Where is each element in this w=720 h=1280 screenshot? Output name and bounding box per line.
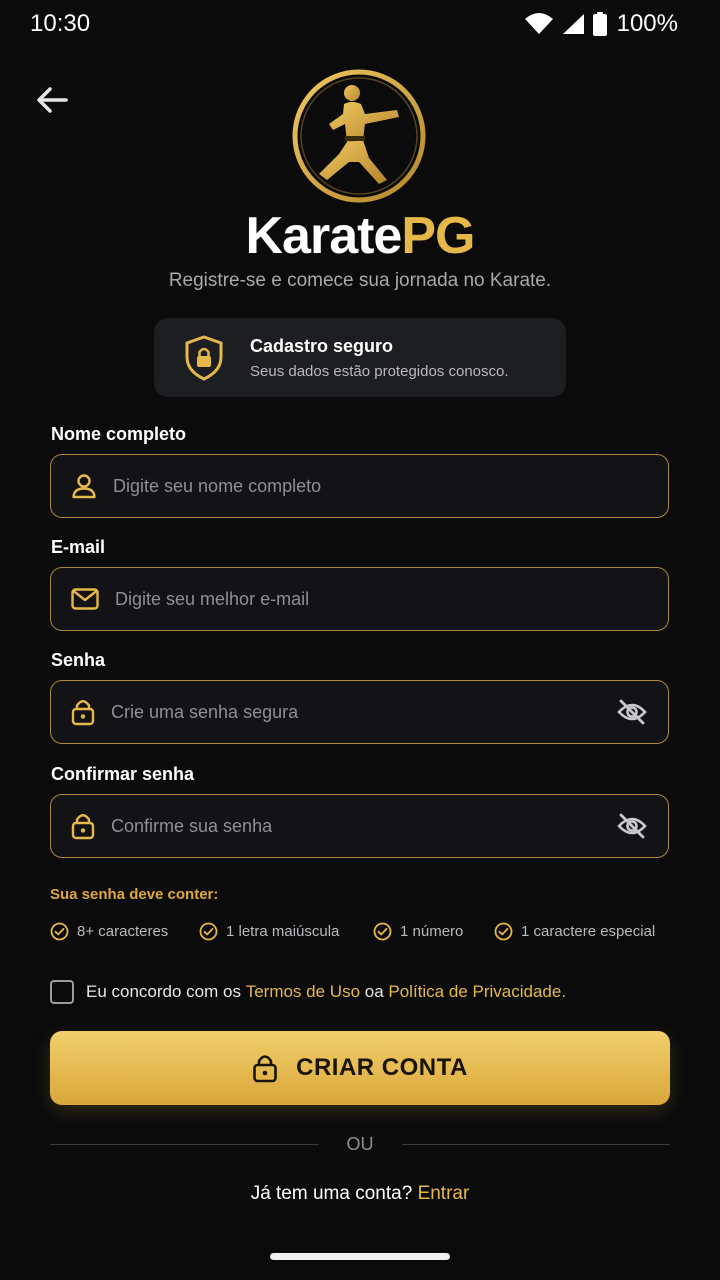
password-requirements-title: Sua senha deve conter: bbox=[50, 886, 219, 903]
check-circle-icon bbox=[199, 922, 218, 941]
lock-icon bbox=[71, 814, 95, 840]
check-circle-icon bbox=[373, 922, 392, 941]
mail-icon bbox=[71, 588, 99, 610]
email-label: E-mail bbox=[51, 537, 106, 557]
terms-checkbox[interactable] bbox=[50, 980, 74, 1004]
requirement-label: 1 número bbox=[400, 923, 464, 940]
eye-off-icon bbox=[617, 699, 647, 725]
login-prompt-text: Já tem uma conta? bbox=[250, 1183, 418, 1204]
email-input[interactable] bbox=[115, 579, 668, 619]
create-account-button[interactable]: CRIAR CONTA bbox=[50, 1031, 670, 1105]
shield-lock-icon bbox=[185, 334, 223, 381]
user-icon bbox=[72, 474, 96, 499]
check-circle-icon bbox=[50, 922, 69, 941]
requirement-label: 1 caractere especial bbox=[521, 923, 656, 940]
status-icons: 100% bbox=[524, 10, 678, 38]
home-indicator[interactable] bbox=[270, 1253, 450, 1260]
app-brand: KaratePG bbox=[0, 204, 720, 268]
arrow-left-icon bbox=[37, 87, 68, 113]
privacy-policy-link[interactable]: Política de Privacidade bbox=[388, 982, 561, 1002]
password-input[interactable] bbox=[111, 692, 614, 732]
terms-agreement: Eu concordo com os Termos de Uso oa Polí… bbox=[50, 980, 566, 1004]
name-input[interactable] bbox=[113, 466, 668, 506]
battery-level: 100% bbox=[616, 10, 678, 37]
login-prompt: Já tem uma conta? Entrar bbox=[0, 1183, 720, 1205]
terms-middle: oa bbox=[360, 982, 389, 1001]
terms-suffix: . bbox=[561, 982, 567, 1001]
terms-of-use-link[interactable]: Termos de Uso bbox=[246, 982, 360, 1002]
requirement-item: 1 letra maiúscula bbox=[199, 922, 339, 941]
requirement-label: 1 letra maiúscula bbox=[226, 923, 340, 940]
lock-icon bbox=[71, 700, 95, 726]
confirm-password-input[interactable] bbox=[111, 806, 614, 846]
name-label: Nome completo bbox=[51, 424, 187, 444]
or-divider: OU bbox=[50, 1133, 670, 1155]
eye-off-icon bbox=[617, 813, 647, 839]
wifi-icon bbox=[524, 13, 553, 34]
divider-line bbox=[401, 1143, 670, 1145]
lock-icon bbox=[253, 1055, 277, 1083]
toggle-password-visibility[interactable] bbox=[614, 694, 650, 730]
divider-line bbox=[50, 1143, 319, 1145]
back-button[interactable] bbox=[30, 80, 74, 120]
divider-label: OU bbox=[346, 1133, 374, 1154]
status-time: 10:30 bbox=[30, 10, 91, 37]
requirement-label: 8+ caracteres bbox=[77, 923, 169, 940]
confirm-password-field[interactable] bbox=[50, 794, 669, 858]
brand-part1: Karate bbox=[245, 207, 402, 265]
terms-prefix: Eu concordo com os bbox=[86, 982, 246, 1001]
signal-icon bbox=[562, 14, 584, 34]
status-bar: 10:30 100% bbox=[0, 0, 720, 48]
check-circle-icon bbox=[494, 922, 513, 941]
confirm-password-label: Confirmar senha bbox=[51, 764, 195, 784]
requirement-item: 1 caractere especial bbox=[494, 922, 655, 941]
brand-part2: PG bbox=[401, 207, 475, 265]
requirement-item: 1 número bbox=[373, 922, 463, 941]
name-field[interactable] bbox=[50, 454, 669, 518]
battery-icon bbox=[592, 12, 607, 36]
secure-title: Cadastro seguro bbox=[250, 335, 394, 356]
secure-description: Seus dados estão protegidos conosco. bbox=[250, 362, 509, 380]
karate-logo-icon bbox=[289, 66, 429, 206]
secure-card: Cadastro seguro Seus dados estão protegi… bbox=[154, 318, 566, 397]
page-subtitle: Registre-se e comece sua jornada no Kara… bbox=[168, 270, 552, 291]
requirement-item: 8+ caracteres bbox=[50, 922, 168, 941]
toggle-confirm-visibility[interactable] bbox=[614, 808, 650, 844]
email-field[interactable] bbox=[50, 567, 669, 631]
password-field[interactable] bbox=[50, 680, 669, 744]
password-label: Senha bbox=[51, 650, 106, 670]
login-link[interactable]: Entrar bbox=[418, 1183, 470, 1204]
create-account-label: CRIAR CONTA bbox=[296, 1054, 468, 1081]
